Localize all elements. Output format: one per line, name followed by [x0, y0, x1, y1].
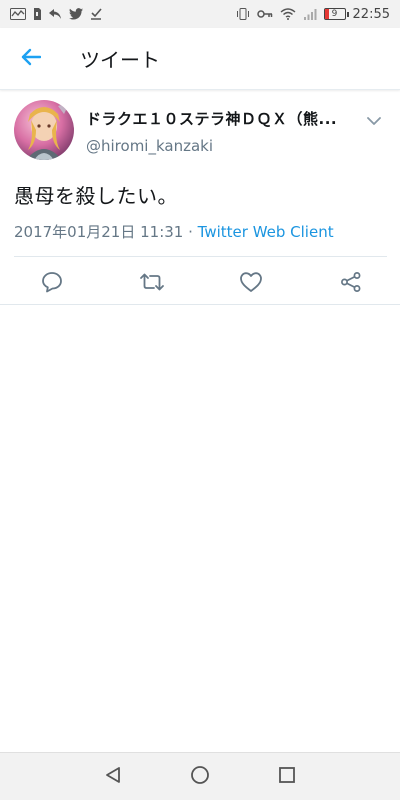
- key-icon: [256, 9, 273, 19]
- status-bar: 9 22:55: [0, 0, 400, 28]
- triangle-back-icon: [104, 766, 122, 788]
- tweet-bottom-divider: [0, 304, 400, 305]
- sim-icon: [33, 8, 41, 20]
- tweet-actions: [14, 257, 386, 311]
- status-right-icons: 9 22:55: [236, 7, 390, 22]
- app-header: ツイート: [0, 28, 400, 90]
- retweet-button[interactable]: [139, 271, 165, 297]
- tweet-detail: ドラクエ１０ステラ神ＤＱＸ（熊... @hiromi_kanzaki 愚母を殺し…: [0, 92, 400, 311]
- reply-button[interactable]: [39, 271, 65, 297]
- battery-fill: [324, 9, 329, 19]
- author-handle[interactable]: @hiromi_kanzaki: [86, 137, 362, 155]
- tweet-meta: 2017年01月21日 11:31 · Twitter Web Client: [14, 221, 386, 242]
- author-text: ドラクエ１０ステラ神ＤＱＸ（熊... @hiromi_kanzaki: [86, 100, 362, 155]
- status-left-icons: [10, 8, 102, 20]
- wifi-icon: [280, 8, 296, 20]
- tweet-text: 愚母を殺したい。: [14, 184, 178, 208]
- chevron-down-icon: [367, 111, 381, 130]
- download-check-icon: [90, 8, 102, 20]
- tweet-timestamp: 2017年01月21日 11:31: [14, 223, 184, 241]
- tweet-source-link[interactable]: Twitter Web Client: [198, 223, 334, 241]
- reply-bubble-icon: [41, 271, 63, 297]
- meta-separator: ·: [183, 223, 198, 241]
- system-nav-bar: [0, 752, 400, 800]
- like-button[interactable]: [238, 271, 264, 297]
- back-button[interactable]: [0, 28, 62, 90]
- battery-level: 9: [331, 9, 338, 19]
- arrow-left-icon: [21, 48, 42, 70]
- author-name[interactable]: ドラクエ１０ステラ神ＤＱＸ（熊...: [86, 108, 348, 129]
- circle-home-icon: [190, 765, 210, 789]
- nav-home-button[interactable]: [180, 757, 220, 797]
- vibrate-icon: [236, 8, 250, 20]
- retweet-icon: [139, 271, 165, 297]
- status-clock: 22:55: [352, 6, 390, 22]
- signal-icon: [303, 8, 317, 20]
- nav-back-button[interactable]: [93, 757, 133, 797]
- heart-icon: [239, 271, 263, 297]
- share-icon: [340, 271, 362, 297]
- avatar[interactable]: [14, 100, 74, 160]
- twitter-bird-icon: [69, 8, 83, 20]
- tweet-options-button[interactable]: [362, 108, 386, 132]
- square-recents-icon: [278, 766, 296, 788]
- reply-icon: [48, 8, 62, 20]
- share-button[interactable]: [338, 271, 364, 297]
- nav-recents-button[interactable]: [267, 757, 307, 797]
- battery-icon: 9: [323, 8, 349, 20]
- activity-icon: [10, 8, 26, 20]
- page-title: ツイート: [80, 48, 160, 72]
- author-row[interactable]: ドラクエ１０ステラ神ＤＱＸ（熊... @hiromi_kanzaki: [14, 92, 386, 166]
